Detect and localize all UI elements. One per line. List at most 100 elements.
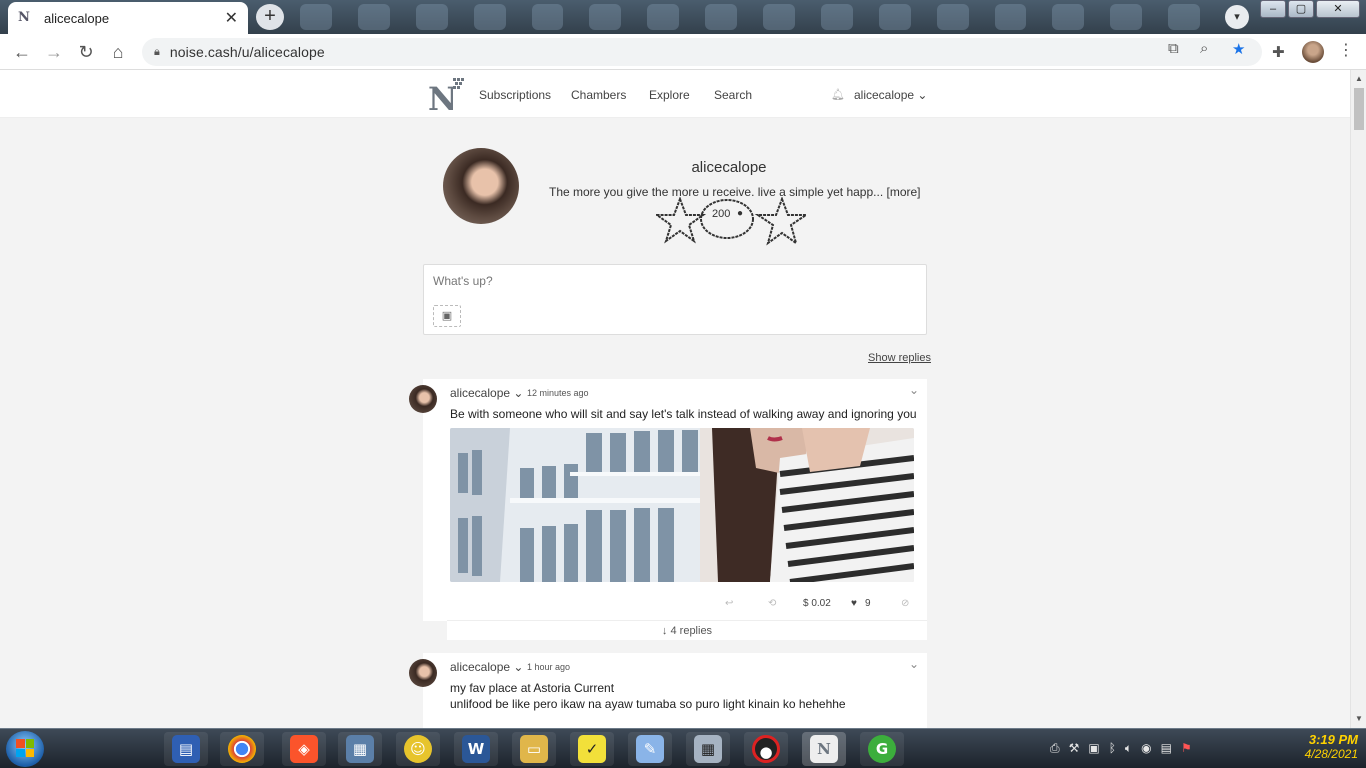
star-right-icon <box>754 197 810 246</box>
scroll-up-icon[interactable]: ▲ <box>1355 74 1363 83</box>
post-author-avatar[interactable] <box>409 385 437 413</box>
taskbar-emoji-app[interactable]: ☺ <box>396 732 440 766</box>
close-window-button[interactable]: ✕ <box>1316 0 1360 18</box>
post-options-chevron-icon[interactable]: ⌄ <box>909 657 919 671</box>
post-timestamp[interactable]: 12 minutes ago <box>527 388 589 398</box>
bluetooth-icon[interactable]: ᛒ <box>1109 741 1116 756</box>
tools-icon[interactable]: ⚒ <box>1069 741 1080 756</box>
star-left-icon <box>656 197 707 244</box>
reply-icon[interactable]: ↩ <box>725 598 733 609</box>
noise-cash-logo-icon[interactable]: N <box>428 76 466 112</box>
nav-subscriptions[interactable]: Subscriptions <box>479 88 551 102</box>
nav-explore[interactable]: Explore <box>649 88 690 102</box>
post-card: alicecalope ⌄ 1 hour ago ⌄ my fav place … <box>409 653 927 728</box>
close-tab-icon[interactable]: ✕ <box>225 8 238 28</box>
show-replies-link[interactable]: Show replies <box>868 352 931 364</box>
taskbar-recorder[interactable]: ● <box>744 732 788 766</box>
printer-icon[interactable]: ⎙ <box>1050 741 1060 756</box>
taskbar-photo-editor[interactable]: ▦ <box>338 732 382 766</box>
volume-icon[interactable]: 🔈︎ <box>1125 741 1132 756</box>
url-text: noise.cash/u/alicecalope <box>169 44 325 60</box>
block-icon[interactable]: ⊘ <box>901 598 909 609</box>
open-in-app-icon[interactable]: ⧉ <box>1168 40 1179 57</box>
maximize-button[interactable]: ▢ <box>1288 0 1314 18</box>
taskbar-calculator[interactable]: ▦ <box>686 732 730 766</box>
nvidia-icon[interactable]: ◉ <box>1141 741 1151 756</box>
chrome-icon <box>228 735 256 763</box>
forward-icon[interactable]: → <box>44 42 64 62</box>
page-scrollbar[interactable]: ▲ ▼ <box>1350 70 1366 728</box>
notification-bell-icon[interactable]: 🔔︎ <box>831 88 845 101</box>
tip-amount[interactable]: $ 0.02 <box>803 598 831 609</box>
post-author-avatar[interactable] <box>409 659 437 687</box>
post-text-line1: my fav place at Astoria Current <box>450 681 615 695</box>
windows-logo-icon <box>16 739 34 757</box>
heart-icon[interactable]: ♥ <box>851 598 857 609</box>
add-image-icon[interactable]: ▣ <box>433 305 461 327</box>
follower-count[interactable]: 200 <box>712 208 730 220</box>
network-icon[interactable]: ▤ <box>1161 741 1172 756</box>
browser-toolbar: ← → ↻ ⌂ 🔒︎ noise.cash/u/alicecalope ⧉ ⌕ … <box>0 34 1366 70</box>
flag-alert-icon[interactable]: ⚑ <box>1181 741 1192 756</box>
taskbar-brave[interactable]: ◈ <box>282 732 326 766</box>
taskbar-paint[interactable]: ✎ <box>628 732 672 766</box>
g-app-icon: G <box>868 735 896 763</box>
background-desktop-icons <box>300 4 1200 30</box>
svg-text:N: N <box>428 80 457 112</box>
profile-avatar <box>443 148 519 224</box>
taskbar-clock[interactable]: 3:19 PM 4/28/2021 <box>1268 732 1358 761</box>
taskbar-sticky-notes[interactable]: ✓ <box>570 732 614 766</box>
back-icon[interactable]: ← <box>12 42 32 62</box>
recorder-icon: ● <box>752 735 780 763</box>
lock-icon: 🔒︎ <box>154 45 160 58</box>
window-controls: – ▢ ✕ <box>1260 0 1360 18</box>
browser-menu-icon[interactable]: ⋮ <box>1338 40 1354 60</box>
monitor-icon[interactable]: ▣ <box>1088 741 1099 756</box>
taskbar-word[interactable]: W <box>454 732 498 766</box>
nav-search[interactable]: Search <box>714 88 752 102</box>
post-image[interactable] <box>450 428 914 582</box>
taskbar-explorer[interactable]: ▭ <box>512 732 556 766</box>
taskbar-file-manager[interactable]: ▤ <box>164 732 208 766</box>
chevron-down-icon: ⌄ <box>513 660 524 674</box>
home-icon[interactable]: ⌂ <box>108 42 128 62</box>
taskbar-chrome[interactable] <box>220 732 264 766</box>
scroll-down-icon[interactable]: ▼ <box>1355 714 1363 723</box>
folder-icon: ▭ <box>520 735 548 763</box>
user-menu-label: alicecalope <box>854 88 915 102</box>
replies-toggle[interactable]: ↓ 4 replies <box>447 620 927 640</box>
user-menu[interactable]: alicecalope ⌄ <box>854 88 927 102</box>
person-icon: ● <box>737 208 744 219</box>
composer-placeholder[interactable]: What's up? <box>433 274 493 288</box>
tab-title: alicecalope <box>44 10 110 26</box>
bookmark-star-icon[interactable]: ★ <box>1232 40 1245 58</box>
scroll-thumb[interactable] <box>1354 88 1364 130</box>
system-tray: ⎙ ⚒ ▣ ᛒ 🔈︎ ◉ ▤ ⚑ <box>1050 741 1192 756</box>
word-icon: W <box>462 735 490 763</box>
minimize-button[interactable]: – <box>1260 0 1286 18</box>
post-author[interactable]: alicecalope ⌄ <box>450 660 523 674</box>
nav-chambers[interactable]: Chambers <box>571 88 626 102</box>
taskbar-noise-cash[interactable]: N <box>802 732 846 766</box>
reload-icon[interactable]: ↻ <box>76 42 96 62</box>
post-author[interactable]: alicecalope ⌄ <box>450 386 523 400</box>
new-tab-button[interactable]: + <box>256 4 284 30</box>
zoom-icon[interactable]: ⌕ <box>1200 40 1208 57</box>
extensions-icon[interactable]: ✚ <box>1272 43 1285 61</box>
chevron-down-icon: ⌄ <box>917 88 928 102</box>
replies-count: 4 replies <box>670 625 713 637</box>
post-actions: ↩ ⟲ $ 0.02 ♥ 9 ⊘ <box>423 594 927 616</box>
site-header: N Subscriptions Chambers Explore Search … <box>0 70 1350 118</box>
post-options-chevron-icon[interactable]: ⌄ <box>909 383 919 397</box>
address-bar[interactable]: 🔒︎ noise.cash/u/alicecalope <box>142 38 1262 66</box>
browser-tab[interactable]: N alicecalope ✕ <box>8 2 248 34</box>
browser-profile-avatar[interactable] <box>1302 41 1324 63</box>
page-viewport: N Subscriptions Chambers Explore Search … <box>0 70 1350 728</box>
tab-search-icon[interactable]: ▾ <box>1225 5 1249 29</box>
post-composer[interactable]: What's up? ▣ <box>423 264 927 335</box>
post-timestamp[interactable]: 1 hour ago <box>527 662 570 672</box>
noise-cash-icon: N <box>810 735 838 763</box>
windows-taskbar: ▤ ◈ ▦ ☺ W ▭ ✓ ✎ ▦ ● N G ⎙ ⚒ ▣ ᛒ 🔈︎ ◉ ▤ ⚑… <box>0 728 1366 768</box>
repost-icon[interactable]: ⟲ <box>768 598 776 609</box>
taskbar-g-app[interactable]: G <box>860 732 904 766</box>
